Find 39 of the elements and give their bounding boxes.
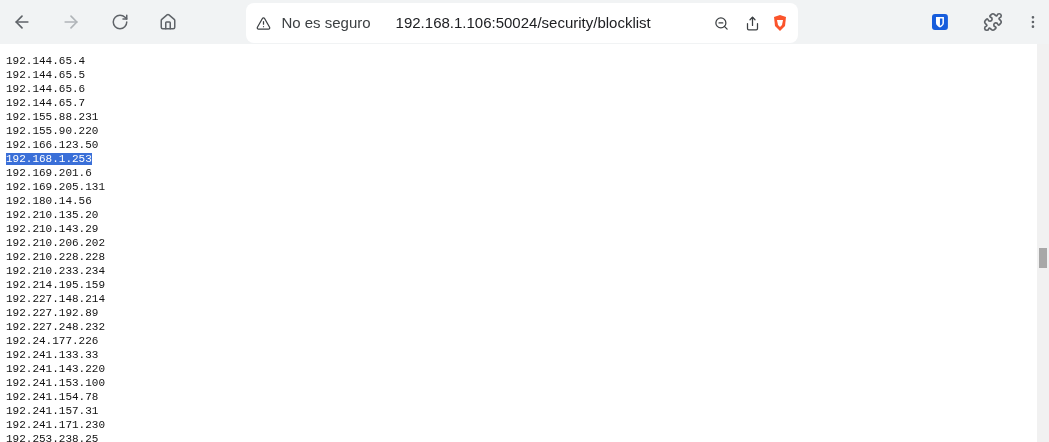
ip-address-line: 192.144.65.7 <box>6 97 86 109</box>
warning-icon <box>256 15 272 31</box>
ip-address-line: 192.210.228.228 <box>6 251 106 263</box>
ip-address-line: 192.241.154.78 <box>6 391 99 403</box>
shield-icon[interactable] <box>772 14 789 32</box>
ip-address-line: 192.155.88.231 <box>6 111 99 123</box>
ip-address-line: 192.227.248.232 <box>6 321 106 333</box>
share-icon[interactable] <box>745 15 761 31</box>
extensions-icon[interactable] <box>983 12 1004 32</box>
ip-address-line: 192.227.148.214 <box>6 293 106 305</box>
address-bar[interactable]: No es seguro 192.168.1.106:50024/security/blocklist <box>246 3 799 43</box>
ip-address-line: 192.210.135.20 <box>6 209 99 221</box>
ip-address-line: 192.166.123.50 <box>6 139 99 151</box>
ip-address-line: 192.169.205.131 <box>6 181 106 193</box>
ip-address-line: 192.227.192.89 <box>6 307 99 319</box>
ip-address-line: 192.241.143.220 <box>6 363 106 375</box>
ip-address-line: 192.180.14.56 <box>6 195 92 207</box>
ip-address-line: 192.155.90.220 <box>6 125 99 137</box>
ip-address-line: 192.241.171.230 <box>6 419 106 431</box>
ip-address-line: 192.241.153.100 <box>6 377 106 389</box>
ip-address-line: 192.210.233.234 <box>6 265 106 277</box>
ip-address-line: 192.24.177.226 <box>6 335 99 347</box>
zoom-icon[interactable] <box>714 15 730 31</box>
reload-icon <box>110 13 129 31</box>
ip-address-line: 192.210.143.29 <box>6 223 99 235</box>
ip-address-line: 192.144.65.6 <box>6 83 86 95</box>
ip-address-line: 192.241.133.33 <box>6 349 99 361</box>
scrollbar-thumb[interactable] <box>1039 248 1047 268</box>
ip-address-line: 192.169.201.6 <box>6 167 92 179</box>
ip-address-line: 192.144.65.5 <box>6 69 86 81</box>
ip-address-line: 192.253.238.25 <box>6 433 99 442</box>
home-icon <box>159 13 178 31</box>
ip-address-line: 192.214.195.159 <box>6 279 106 291</box>
url-text: 192.168.1.106:50024/security/blocklist <box>395 12 651 33</box>
ip-address-line: 192.241.157.31 <box>6 405 99 417</box>
ip-address-line: 192.144.65.4 <box>6 55 86 67</box>
ip-address-line: 192.210.206.202 <box>6 237 106 249</box>
security-label: No es seguro <box>281 12 371 33</box>
scrollbar[interactable] <box>1037 44 1049 442</box>
